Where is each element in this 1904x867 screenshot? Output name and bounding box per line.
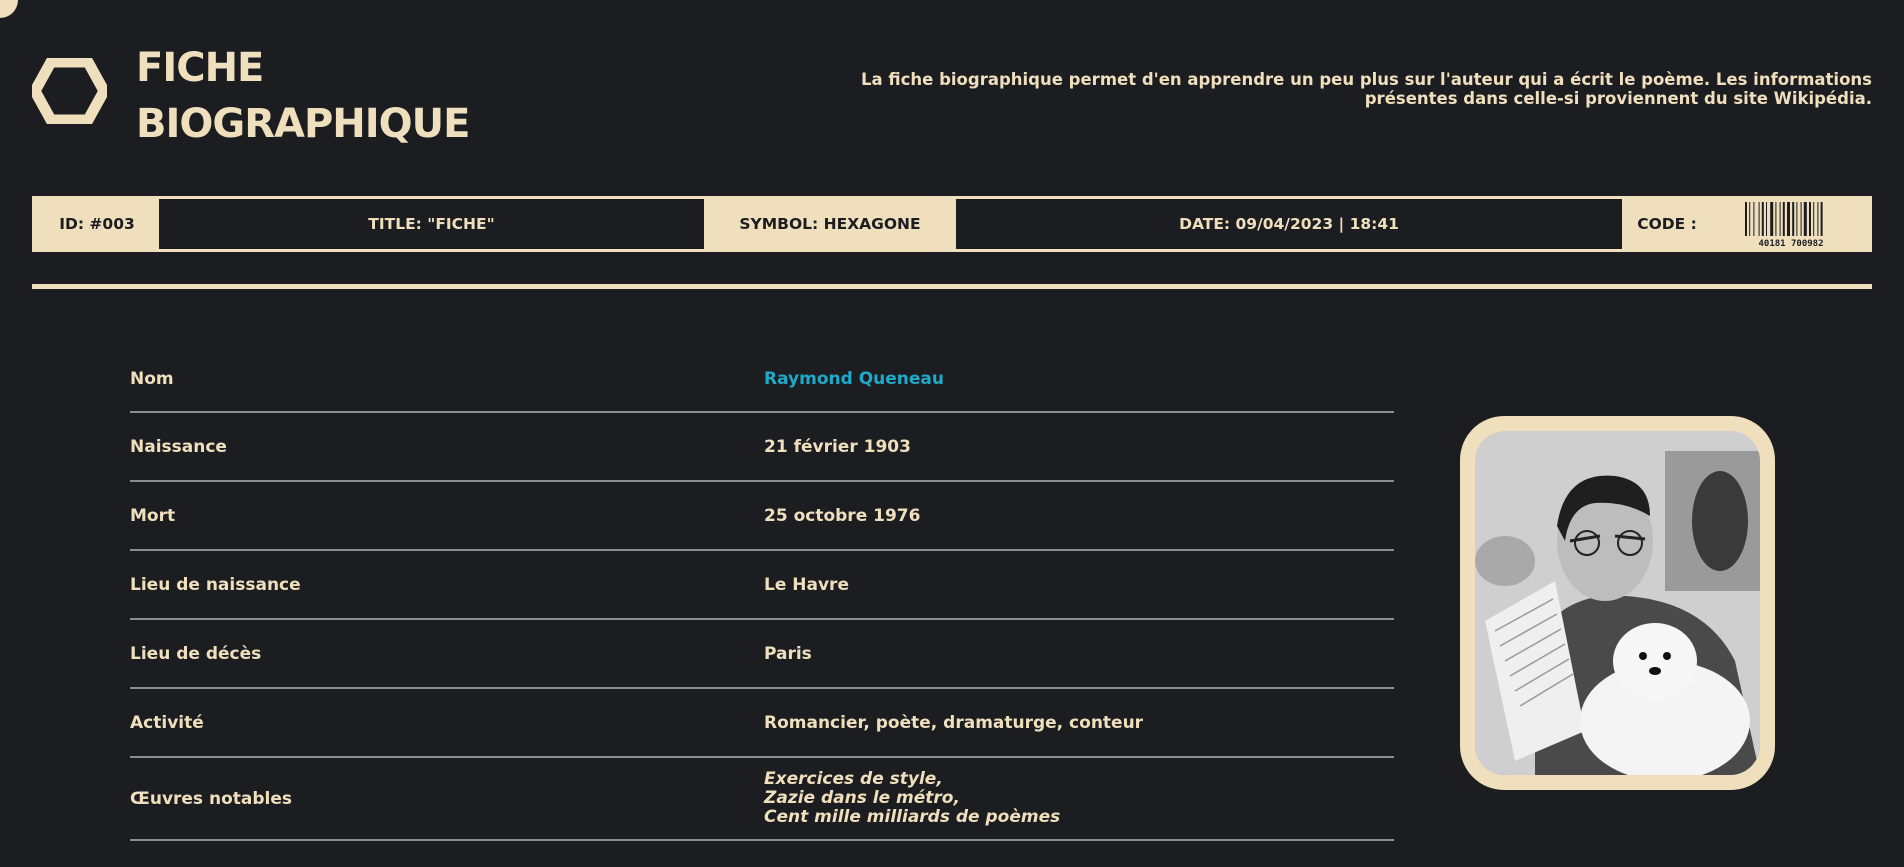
title-line-2: BIOGRAPHIQUE [136, 101, 470, 147]
info-bar: ID: #003 TITLE: "FICHE" SYMBOL: HEXAGONE… [32, 196, 1872, 252]
row-value: 21 février 1903 [764, 436, 911, 457]
row-label: Mort [130, 505, 176, 526]
barcode-number: 40181 700982 [1758, 239, 1823, 248]
author-photo-frame [1460, 416, 1775, 790]
table-row: Naissance 21 février 1903 [130, 413, 1394, 482]
portrait-image [1475, 431, 1760, 775]
barcode: 40181 700982 [1712, 199, 1869, 249]
table-row: Lieu de naissance Le Havre [130, 551, 1394, 620]
intro-line-2: présentes dans celle-si proviennent du s… [1364, 89, 1872, 108]
title-line-1: FICHE [136, 45, 264, 91]
row-label: Activité [130, 712, 204, 733]
hexagon-icon [32, 58, 107, 124]
work-item: Exercices de style, [764, 769, 943, 789]
info-title: TITLE: "FICHE" [159, 199, 704, 249]
barcode-icon: 40181 700982 [1744, 202, 1823, 248]
author-photo [1475, 431, 1760, 775]
bio-table: Nom Raymond Queneau Naissance 21 février… [130, 347, 1394, 841]
table-row: Activité Romancier, poète, dramaturge, c… [130, 689, 1394, 758]
work-item: Zazie dans le métro, [764, 788, 960, 808]
table-row: Mort 25 octobre 1976 [130, 482, 1394, 551]
intro-text: La fiche biographique permet d'en appren… [612, 70, 1872, 108]
row-label: Nom [130, 369, 174, 389]
info-code-label: CODE : [1637, 215, 1697, 233]
divider-rule [32, 284, 1872, 289]
info-date: DATE: 09/04/2023 | 18:41 [956, 199, 1622, 249]
row-label: Œuvres notables [130, 788, 292, 809]
author-name-link[interactable]: Raymond Queneau [764, 369, 944, 389]
corner-dot [0, 0, 18, 18]
work-item: Cent mille milliards de poèmes [764, 807, 1061, 827]
table-row: Œuvres notables Exercices de style, Zazi… [130, 758, 1394, 841]
page-header: FICHE BIOGRAPHIQUE La fiche biographique… [32, 40, 1872, 150]
row-label: Lieu de naissance [130, 574, 301, 595]
row-label: Lieu de décès [130, 643, 262, 664]
intro-line-1: La fiche biographique permet d'en appren… [861, 70, 1872, 89]
page-title: FICHE BIOGRAPHIQUE [136, 40, 470, 152]
row-value: 25 octobre 1976 [764, 505, 921, 526]
row-value: Paris [764, 643, 812, 664]
table-row: Nom Raymond Queneau [130, 347, 1394, 413]
notable-works: Exercices de style, Zazie dans le métro,… [764, 770, 1060, 827]
row-value: Le Havre [764, 574, 849, 595]
row-label: Naissance [130, 436, 227, 457]
info-symbol: SYMBOL: HEXAGONE [739, 215, 921, 233]
row-value: Romancier, poète, dramaturge, conteur [764, 712, 1144, 733]
info-id: ID: #003 [59, 215, 135, 233]
table-row: Lieu de décès Paris [130, 620, 1394, 689]
